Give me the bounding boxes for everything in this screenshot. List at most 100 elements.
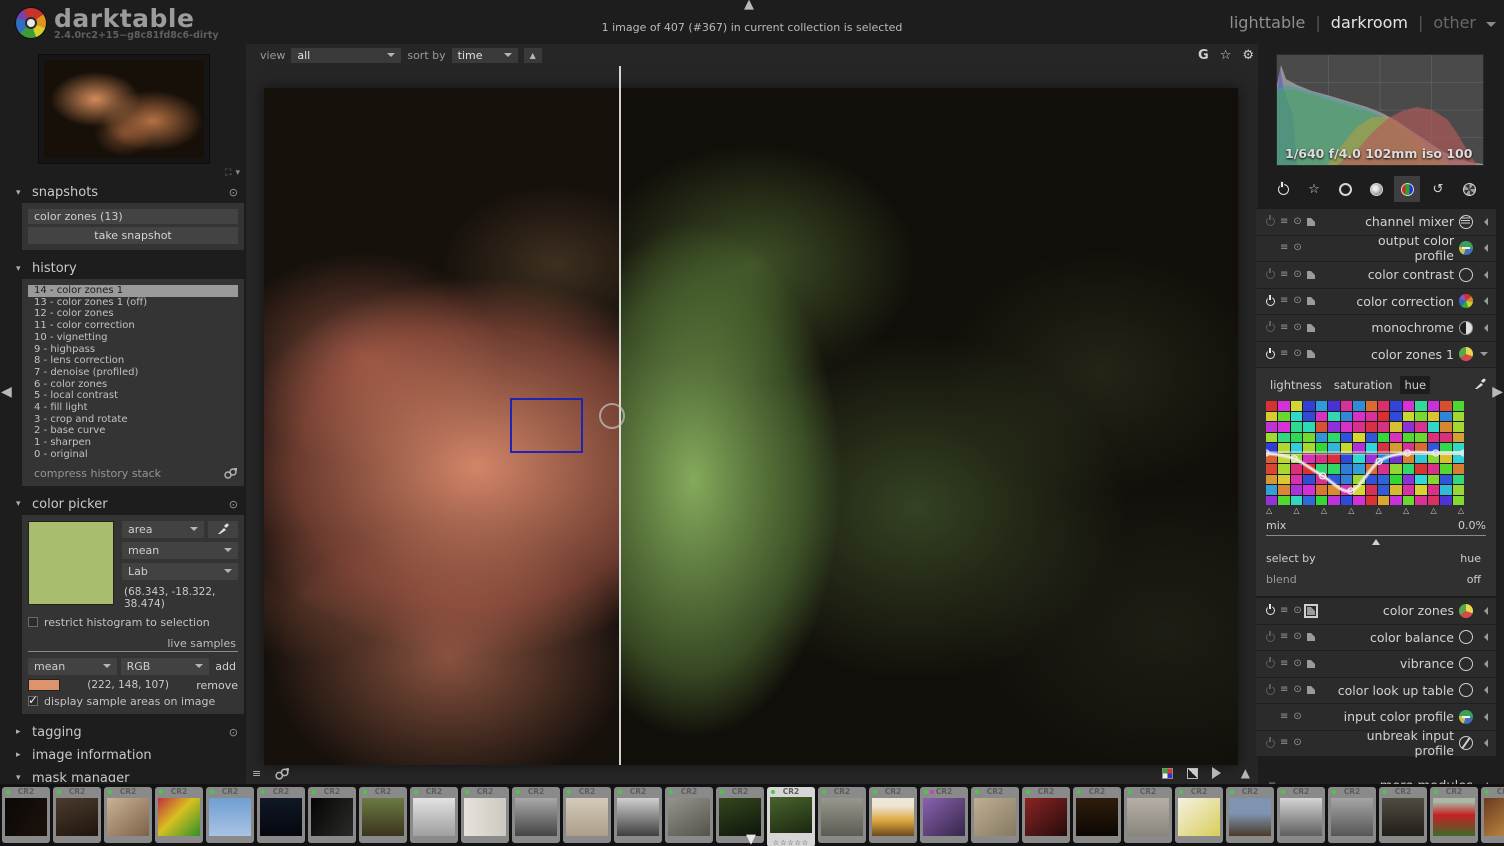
view-tab-lighttable[interactable]: lighttable [1229,13,1305,32]
history-header[interactable]: ▾ history [12,256,246,279]
module-power-icon[interactable] [1266,294,1275,306]
node-marker-icon[interactable]: △ [1321,506,1327,515]
node-marker-icon[interactable]: △ [1293,506,1299,515]
blend-dropdown[interactable]: off [1467,573,1486,586]
history-item[interactable]: 4 - fill light [28,402,238,414]
gamut-check-icon[interactable] [1161,767,1173,779]
module-output-color-profile[interactable]: ≡ ⊙ output color profile [1256,233,1496,263]
softproof-icon[interactable] [1186,767,1198,779]
module-power-icon[interactable] [1266,604,1275,616]
zoom-level-caret-icon[interactable]: ▾ [235,168,240,178]
thumb-star-rating[interactable]: ☆☆☆☆☆ [767,839,815,846]
module-reset-icon[interactable]: ⊙ [1293,605,1301,616]
module-power-icon[interactable] [1266,683,1275,695]
duplicate-manager-icon[interactable] [275,767,290,780]
eyedropper-button[interactable] [208,520,238,538]
picker-space-dropdown[interactable]: Lab [122,562,238,580]
filmstrip-thumb-orange-drink[interactable]: CR2 [869,787,917,843]
module-expand-caret-icon[interactable] [1480,217,1488,226]
module-reset-icon[interactable]: ⊙ [1293,322,1301,333]
module-color-correction[interactable]: ≡ ⊙ color correction [1256,288,1496,315]
filmstrip-thumb-stone-window[interactable]: CR2 [1277,787,1325,843]
module-instances-icon[interactable] [1306,349,1316,359]
filmstrip-thumb-bw-street[interactable]: CR2 [512,787,560,843]
color-picker-header[interactable]: ▾ color picker ⊙ [12,492,246,515]
styles-menu-icon[interactable]: ≡ [252,767,261,780]
history-item[interactable]: 6 - color zones [28,379,238,391]
module-presets-icon[interactable]: ≡ [1280,322,1288,333]
filmstrip-thumb-red-blur[interactable]: CR2 [1022,787,1070,843]
tagging-presets-icon[interactable]: ⊙ [229,726,238,739]
filmstrip-thumb-candle-lights[interactable]: CR2 [1073,787,1121,843]
color-zones-tab-saturation[interactable]: saturation [1330,376,1397,394]
module-presets-icon[interactable]: ≡ [1280,632,1288,642]
history-item[interactable]: 8 - lens correction [28,355,238,367]
module-reset-icon[interactable]: ⊙ [1293,685,1301,695]
histogram[interactable]: 1/640 f/4.0 102mm iso 100 [1276,54,1484,166]
history-item[interactable]: 11 - color correction [28,320,238,332]
mix-slider[interactable] [1266,535,1486,545]
history-item[interactable]: 0 - original [28,449,238,461]
view-switcher-caret-icon[interactable] [1486,22,1496,32]
compress-history-icon[interactable] [224,467,238,479]
raw-overexposure-icon[interactable]: ▲ [1241,766,1250,780]
filmstrip-thumb-dog[interactable]: CR2 [1226,787,1274,843]
filmstrip-thumb-dark-metal[interactable]: CR2 [308,787,356,843]
tone-group-icon[interactable] [1363,176,1389,202]
module-instances-icon[interactable] [1306,216,1316,226]
module-color-look-up-table[interactable]: ≡ ⊙ color look up table [1256,677,1496,704]
node-marker-icon[interactable]: △ [1403,506,1409,515]
sample-stat-dropdown[interactable]: mean [28,657,117,675]
module-presets-icon[interactable]: ≡ [1280,296,1288,306]
mask-point-indicator[interactable] [599,402,626,429]
module-presets-icon[interactable]: ≡ [1280,658,1288,669]
module-instances-icon[interactable] [1306,269,1316,279]
node-marker-icon[interactable]: △ [1266,506,1272,515]
module-power-icon[interactable] [1266,321,1275,333]
live-sample-row[interactable]: (222, 148, 107) remove [28,679,238,692]
module-presets-icon[interactable]: ≡ [1280,269,1288,280]
filmstrip-thumb-stone-arch[interactable]: CR2 [1328,787,1376,843]
module-expand-caret-icon[interactable] [1480,352,1488,360]
module-instances-icon[interactable] [1306,632,1316,642]
history-item[interactable]: 5 - local contrast [28,390,238,402]
module-expand-caret-icon[interactable] [1480,270,1488,279]
color-zones-eyedropper-icon[interactable] [1474,378,1486,393]
history-item[interactable]: 10 - vignetting [28,332,238,344]
module-vibrance[interactable]: ≡ ⊙ vibrance [1256,651,1496,678]
module-reset-icon[interactable]: ⊙ [1293,269,1301,280]
filmstrip-thumb-boar[interactable]: CR2 [53,787,101,843]
node-marker-icon[interactable]: △ [1348,506,1354,515]
snapshots-presets-icon[interactable]: ⊙ [229,186,238,199]
snapshots-header[interactable]: ▾ snapshots ⊙ [12,180,246,203]
module-presets-icon[interactable]: ≡ [1280,349,1288,359]
module-color-zones[interactable]: ≡ ⊙ color zones [1256,598,1496,625]
zoom-fit-icon[interactable]: ⛶ [225,168,231,178]
history-item[interactable]: 9 - highpass [28,344,238,356]
filmstrip-thumb-cracked-wall[interactable]: CR2 [461,787,509,843]
filmstrip-thumb-purple-hair[interactable]: CR2 [920,787,968,843]
module-presets-icon[interactable]: ≡ [1280,738,1288,748]
filmstrip-thumb-tulip[interactable]: CR2 [1430,787,1478,843]
filmstrip-thumb-hand-egg[interactable]: CR2 [818,787,866,843]
take-snapshot-button[interactable]: take snapshot [28,227,238,244]
module-power-icon[interactable] [1266,657,1275,669]
view-tab-darkroom[interactable]: darkroom [1331,13,1408,32]
history-item[interactable]: 1 - sharpen [28,437,238,449]
color-zones-tab-hue[interactable]: hue [1400,376,1431,394]
correction-group-icon[interactable]: ↺ [1425,176,1451,202]
navigation-preview[interactable] [38,54,210,164]
add-sample-button[interactable]: add [213,658,238,675]
filmstrip-thumb-fern-dark[interactable]: CR2 [716,787,764,843]
module-presets-icon[interactable]: ≡ [1280,605,1288,616]
module-reset-icon[interactable]: ⊙ [1293,711,1301,722]
collapse-right-panel[interactable]: ▶ [1492,384,1503,400]
module-presets-icon[interactable]: ≡ [1280,216,1288,227]
module-power-icon[interactable] [1266,630,1275,642]
module-presets-icon[interactable]: ≡ [1280,685,1288,695]
module-instances-icon[interactable] [1306,685,1316,695]
module-instances-icon[interactable] [1306,658,1316,668]
module-color-zones-1[interactable]: ≡ ⊙ color zones 1 [1256,341,1496,368]
filmstrip-thumb-bw-panorama[interactable]: CR2 [614,787,662,843]
filmstrip-thumb-gravel[interactable]: CR2 [563,787,611,843]
